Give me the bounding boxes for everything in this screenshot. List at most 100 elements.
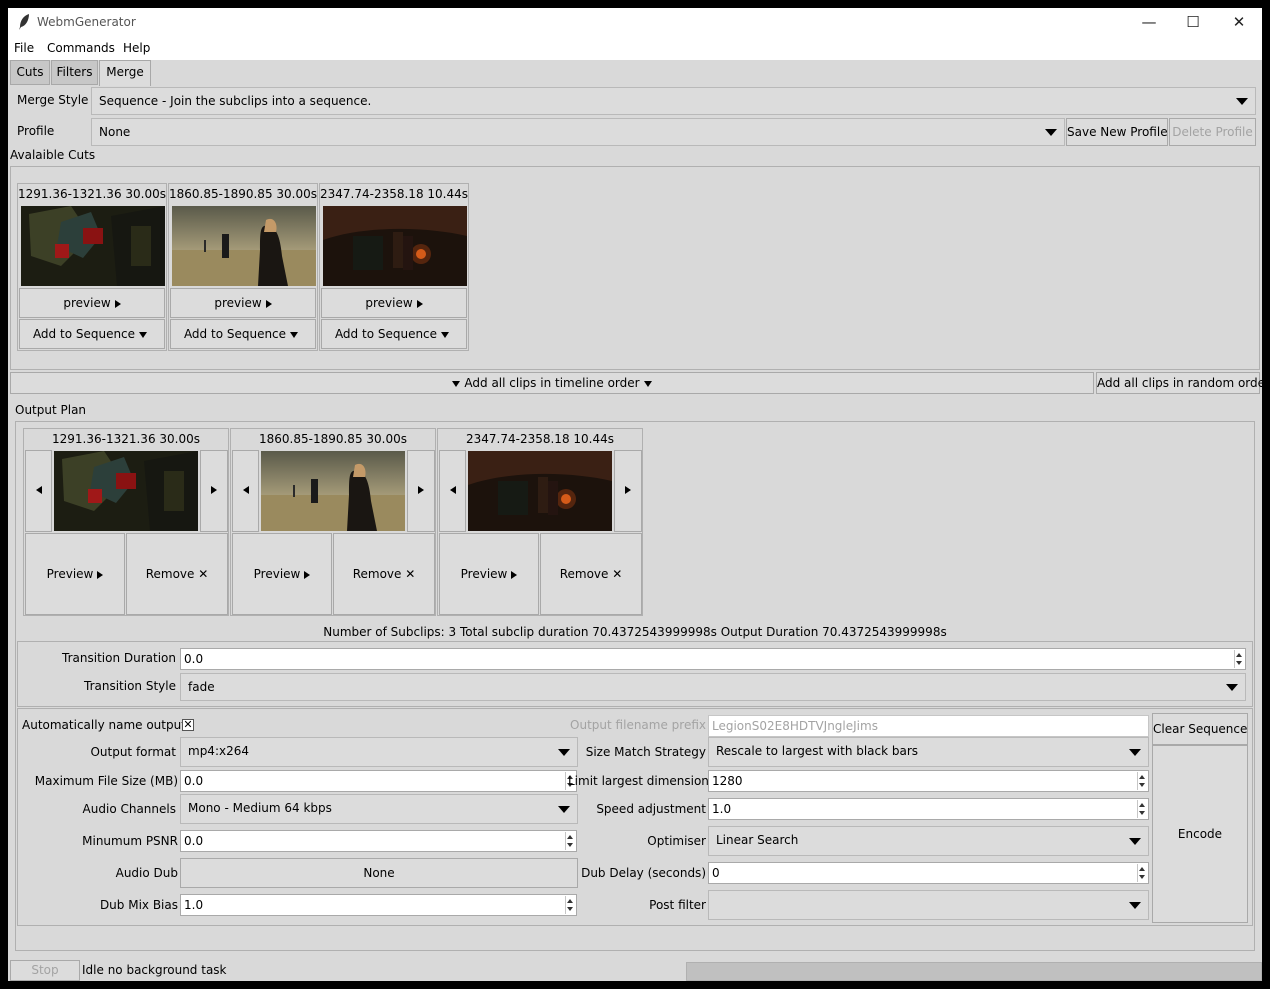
dub-delay-label: Dub Delay (seconds) (581, 866, 706, 880)
spinner-icon[interactable] (1234, 650, 1244, 668)
tab-filters[interactable]: Filters (51, 60, 98, 85)
move-right-button[interactable] (200, 450, 228, 532)
chevron-down-icon (139, 331, 148, 338)
max-file-size-value: 0.0 (184, 774, 204, 788)
status-text: Idle no background task (82, 963, 227, 977)
spinner-icon[interactable] (1137, 772, 1147, 790)
available-cut-card: 1860.85-1890.85 30.00s preview Add to Se… (168, 183, 318, 351)
arrow-left-icon (242, 486, 249, 494)
spinner-icon[interactable] (1137, 864, 1147, 882)
maximize-button[interactable]: ☐ (1170, 8, 1216, 38)
output-clip-card: 1291.36-1321.36 30.00s Preview Remove ✕ (23, 428, 229, 616)
optimiser-select[interactable]: Linear Search (708, 826, 1149, 856)
size-match-value: Rescale to largest with black bars (716, 744, 919, 758)
minimize-button[interactable]: — (1126, 8, 1172, 38)
post-filter-select[interactable] (708, 890, 1149, 920)
add-timeline-label: Add all clips in timeline order (464, 376, 640, 390)
clip-thumbnail (54, 451, 198, 531)
move-right-button[interactable] (614, 450, 642, 532)
move-left-button[interactable] (25, 450, 52, 532)
max-file-size-input[interactable]: 0.0 (180, 770, 577, 792)
chevron-down-icon (441, 331, 450, 338)
available-cut-card: 1291.36-1321.36 30.00s preview Add to Se… (17, 183, 167, 351)
preview-button[interactable]: preview (321, 288, 467, 318)
title-bar: WebmGenerator — ☐ ✕ (8, 8, 1262, 38)
size-match-select[interactable]: Rescale to largest with black bars (708, 737, 1149, 767)
audio-channels-label: Audio Channels (82, 802, 176, 816)
dub-mix-bias-input[interactable]: 1.0 (180, 894, 577, 916)
play-icon (416, 299, 423, 308)
preview-button[interactable]: preview (19, 288, 165, 318)
filename-prefix-input[interactable]: LegionS02E8HDTVJngleJims (708, 715, 1149, 737)
profile-value: None (99, 125, 131, 139)
add-all-random-button[interactable]: Add all clips in random order (1096, 372, 1262, 394)
transition-style-value: fade (188, 680, 215, 694)
clip-remove-button[interactable]: Remove ✕ (333, 533, 435, 615)
chevron-down-icon (1045, 129, 1057, 136)
dub-delay-input[interactable]: 0 (708, 862, 1149, 884)
stop-button[interactable]: Stop (10, 960, 80, 981)
merge-style-select[interactable]: Sequence - Join the subclips into a sequ… (91, 87, 1256, 115)
filename-prefix-label: Output filename prefix (570, 718, 706, 732)
clip-remove-button[interactable]: Remove ✕ (540, 533, 642, 615)
audio-channels-select[interactable]: Mono - Medium 64 kbps (180, 794, 578, 824)
arrow-right-icon (211, 486, 217, 494)
min-psnr-input[interactable]: 0.0 (180, 830, 577, 852)
arrow-left-icon (449, 486, 456, 494)
clip-preview-button[interactable]: Preview (232, 533, 332, 615)
preview-label: Preview (460, 567, 508, 581)
spinner-icon[interactable] (1137, 800, 1147, 818)
chevron-down-icon (1129, 838, 1141, 845)
menu-commands[interactable]: Commands (47, 41, 115, 55)
cut-thumbnail[interactable] (21, 206, 165, 286)
speed-adjustment-input[interactable]: 1.0 (708, 798, 1149, 820)
add-all-timeline-button[interactable]: Add all clips in timeline order (10, 372, 1094, 394)
delete-profile-button[interactable]: Delete Profile (1169, 118, 1256, 146)
transition-duration-input[interactable]: 0.0 (180, 648, 1246, 670)
auto-name-checkbox[interactable]: ✕ (182, 719, 194, 731)
close-icon: ✕ (612, 567, 623, 581)
output-clip-caption: 1291.36-1321.36 30.00s (52, 432, 200, 446)
play-icon (97, 570, 104, 579)
move-left-button[interactable] (439, 450, 466, 532)
dub-delay-value: 0 (712, 866, 720, 880)
remove-label: Remove (352, 567, 402, 581)
clear-sequence-button[interactable]: Clear Sequence (1152, 713, 1248, 745)
tab-merge[interactable]: Merge (99, 60, 151, 86)
preview-button[interactable]: preview (170, 288, 316, 318)
clip-remove-button[interactable]: Remove ✕ (126, 533, 228, 615)
dub-mix-bias-value: 1.0 (184, 898, 204, 912)
encode-button[interactable]: Encode (1152, 745, 1248, 923)
min-psnr-label: Minumum PSNR (82, 834, 178, 848)
chevron-down-icon (290, 331, 299, 338)
output-clip-card: 2347.74-2358.18 10.44s Preview Remove ✕ (437, 428, 643, 616)
menu-file[interactable]: File (14, 41, 34, 55)
output-format-select[interactable]: mp4:x264 (180, 737, 578, 767)
preview-label: Preview (46, 567, 94, 581)
cut-thumbnail[interactable] (323, 206, 467, 286)
chevron-down-icon (1226, 684, 1238, 691)
limit-dimension-input[interactable]: 1280 (708, 770, 1149, 792)
menu-help[interactable]: Help (123, 41, 150, 55)
add-to-sequence-button[interactable]: Add to Sequence (321, 319, 467, 349)
preview-label: preview (365, 296, 413, 310)
close-button[interactable]: ✕ (1216, 8, 1262, 38)
chevron-down-icon (452, 380, 461, 387)
chevron-down-icon (1236, 98, 1248, 105)
audio-dub-button[interactable]: None (180, 858, 578, 888)
add-to-sequence-button[interactable]: Add to Sequence (170, 319, 316, 349)
transition-duration-value: 0.0 (184, 652, 204, 666)
profile-select[interactable]: None (91, 118, 1065, 146)
save-new-profile-button[interactable]: Save New Profile (1066, 118, 1168, 146)
clip-preview-button[interactable]: Preview (439, 533, 539, 615)
auto-name-label: Automatically name output (22, 718, 186, 732)
tab-cuts[interactable]: Cuts (10, 60, 50, 85)
clip-preview-button[interactable]: Preview (25, 533, 125, 615)
move-right-button[interactable] (407, 450, 435, 532)
clip-thumbnail (468, 451, 612, 531)
move-left-button[interactable] (232, 450, 259, 532)
sequence-summary: Number of Subclips: 3 Total subclip dura… (323, 625, 947, 639)
transition-style-select[interactable]: fade (180, 673, 1246, 701)
cut-thumbnail[interactable] (172, 206, 316, 286)
add-to-sequence-button[interactable]: Add to Sequence (19, 319, 165, 349)
